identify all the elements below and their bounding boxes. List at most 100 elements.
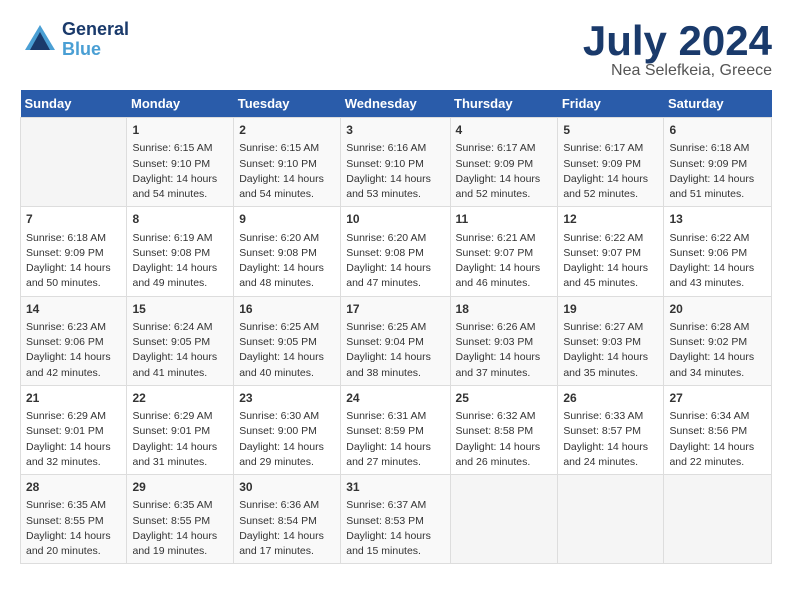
calendar-cell: 16 Sunrise: 6:25 AM Sunset: 9:05 PM Dayli… [234,296,341,385]
day-info: Sunrise: 6:18 AM Sunset: 9:09 PM Dayligh… [669,141,766,202]
day-number: 16 [239,301,335,318]
day-number: 24 [346,390,444,407]
calendar-cell: 31 Sunrise: 6:37 AM Sunset: 8:53 PM Dayli… [341,475,450,564]
day-info: Sunrise: 6:26 AM Sunset: 9:03 PM Dayligh… [456,320,553,381]
day-number: 10 [346,211,444,228]
day-info: Sunrise: 6:21 AM Sunset: 9:07 PM Dayligh… [456,231,553,292]
calendar-cell [664,475,772,564]
day-info: Sunrise: 6:28 AM Sunset: 9:02 PM Dayligh… [669,320,766,381]
month-title: July 2024 [583,20,772,62]
day-info: Sunrise: 6:15 AM Sunset: 9:10 PM Dayligh… [239,141,335,202]
day-info: Sunrise: 6:15 AM Sunset: 9:10 PM Dayligh… [132,141,228,202]
logo-general-text: General [62,20,129,40]
calendar-cell [21,118,127,207]
day-number: 2 [239,122,335,139]
day-number: 29 [132,479,228,496]
logo-icon [20,20,60,60]
calendar-cell: 29 Sunrise: 6:35 AM Sunset: 8:55 PM Dayli… [127,475,234,564]
calendar-cell: 24 Sunrise: 6:31 AM Sunset: 8:59 PM Dayli… [341,385,450,474]
day-number: 17 [346,301,444,318]
calendar-cell: 3 Sunrise: 6:16 AM Sunset: 9:10 PM Daylig… [341,118,450,207]
calendar-cell: 11 Sunrise: 6:21 AM Sunset: 9:07 PM Dayli… [450,207,558,296]
calendar-cell: 25 Sunrise: 6:32 AM Sunset: 8:58 PM Dayli… [450,385,558,474]
calendar-cell: 15 Sunrise: 6:24 AM Sunset: 9:05 PM Dayli… [127,296,234,385]
day-number: 14 [26,301,121,318]
calendar-cell: 13 Sunrise: 6:22 AM Sunset: 9:06 PM Dayli… [664,207,772,296]
calendar-cell: 2 Sunrise: 6:15 AM Sunset: 9:10 PM Daylig… [234,118,341,207]
day-number: 5 [563,122,658,139]
calendar-cell: 18 Sunrise: 6:26 AM Sunset: 9:03 PM Dayli… [450,296,558,385]
day-number: 8 [132,211,228,228]
day-info: Sunrise: 6:16 AM Sunset: 9:10 PM Dayligh… [346,141,444,202]
day-info: Sunrise: 6:17 AM Sunset: 9:09 PM Dayligh… [563,141,658,202]
column-header-thursday: Thursday [450,90,558,118]
day-number: 6 [669,122,766,139]
day-info: Sunrise: 6:36 AM Sunset: 8:54 PM Dayligh… [239,498,335,559]
calendar-week-1: 7 Sunrise: 6:18 AM Sunset: 9:09 PM Daylig… [21,207,772,296]
calendar-cell: 17 Sunrise: 6:25 AM Sunset: 9:04 PM Dayli… [341,296,450,385]
day-number: 28 [26,479,121,496]
day-number: 12 [563,211,658,228]
day-number: 21 [26,390,121,407]
calendar-cell: 28 Sunrise: 6:35 AM Sunset: 8:55 PM Dayli… [21,475,127,564]
calendar-week-3: 21Sunrise: 6:29 AM Sunset: 9:01 PM Dayli… [21,385,772,474]
day-number: 20 [669,301,766,318]
day-info: Sunrise: 6:35 AM Sunset: 8:55 PM Dayligh… [26,498,121,559]
day-info: Sunrise: 6:22 AM Sunset: 9:07 PM Dayligh… [563,231,658,292]
day-info: Sunrise: 6:32 AM Sunset: 8:58 PM Dayligh… [456,409,553,470]
calendar-cell: 8 Sunrise: 6:19 AM Sunset: 9:08 PM Daylig… [127,207,234,296]
column-header-monday: Monday [127,90,234,118]
day-info: Sunrise: 6:27 AM Sunset: 9:03 PM Dayligh… [563,320,658,381]
calendar-cell: 6 Sunrise: 6:18 AM Sunset: 9:09 PM Daylig… [664,118,772,207]
calendar-cell: 7 Sunrise: 6:18 AM Sunset: 9:09 PM Daylig… [21,207,127,296]
calendar-week-2: 14 Sunrise: 6:23 AM Sunset: 9:06 PM Dayli… [21,296,772,385]
day-number: 3 [346,122,444,139]
calendar-cell: 23Sunrise: 6:30 AM Sunset: 9:00 PM Dayli… [234,385,341,474]
column-header-wednesday: Wednesday [341,90,450,118]
calendar-week-0: 1 Sunrise: 6:15 AM Sunset: 9:10 PM Daylig… [21,118,772,207]
calendar-cell: 4Sunrise: 6:17 AM Sunset: 9:09 PM Daylig… [450,118,558,207]
calendar-cell: 30 Sunrise: 6:36 AM Sunset: 8:54 PM Dayli… [234,475,341,564]
day-number: 27 [669,390,766,407]
day-number: 13 [669,211,766,228]
day-number: 1 [132,122,228,139]
day-number: 31 [346,479,444,496]
calendar-week-4: 28 Sunrise: 6:35 AM Sunset: 8:55 PM Dayli… [21,475,772,564]
day-info: Sunrise: 6:20 AM Sunset: 9:08 PM Dayligh… [346,231,444,292]
logo: General Blue [20,20,129,60]
day-number: 26 [563,390,658,407]
day-info: Sunrise: 6:25 AM Sunset: 9:05 PM Dayligh… [239,320,335,381]
day-number: 7 [26,211,121,228]
day-number: 15 [132,301,228,318]
day-info: Sunrise: 6:25 AM Sunset: 9:04 PM Dayligh… [346,320,444,381]
day-info: Sunrise: 6:18 AM Sunset: 9:09 PM Dayligh… [26,231,121,292]
calendar-cell [558,475,664,564]
day-info: Sunrise: 6:17 AM Sunset: 9:09 PM Dayligh… [456,141,553,202]
column-header-friday: Friday [558,90,664,118]
title-block: July 2024 Nea Selefkeia, Greece [583,20,772,80]
day-info: Sunrise: 6:37 AM Sunset: 8:53 PM Dayligh… [346,498,444,559]
day-info: Sunrise: 6:23 AM Sunset: 9:06 PM Dayligh… [26,320,121,381]
day-info: Sunrise: 6:22 AM Sunset: 9:06 PM Dayligh… [669,231,766,292]
day-number: 30 [239,479,335,496]
column-header-tuesday: Tuesday [234,90,341,118]
day-number: 25 [456,390,553,407]
calendar-cell: 10 Sunrise: 6:20 AM Sunset: 9:08 PM Dayli… [341,207,450,296]
calendar-cell: 1 Sunrise: 6:15 AM Sunset: 9:10 PM Daylig… [127,118,234,207]
day-number: 18 [456,301,553,318]
day-info: Sunrise: 6:33 AM Sunset: 8:57 PM Dayligh… [563,409,658,470]
calendar-table: SundayMondayTuesdayWednesdayThursdayFrid… [20,90,772,564]
day-info: Sunrise: 6:35 AM Sunset: 8:55 PM Dayligh… [132,498,228,559]
day-info: Sunrise: 6:30 AM Sunset: 9:00 PM Dayligh… [239,409,335,470]
page-header: General Blue July 2024 Nea Selefkeia, Gr… [20,20,772,80]
day-info: Sunrise: 6:34 AM Sunset: 8:56 PM Dayligh… [669,409,766,470]
calendar-cell: 19 Sunrise: 6:27 AM Sunset: 9:03 PM Dayli… [558,296,664,385]
calendar-cell [450,475,558,564]
logo-label: General Blue [62,20,129,60]
calendar-cell: 14 Sunrise: 6:23 AM Sunset: 9:06 PM Dayli… [21,296,127,385]
day-info: Sunrise: 6:31 AM Sunset: 8:59 PM Dayligh… [346,409,444,470]
day-number: 19 [563,301,658,318]
day-number: 11 [456,211,553,228]
day-info: Sunrise: 6:24 AM Sunset: 9:05 PM Dayligh… [132,320,228,381]
day-info: Sunrise: 6:19 AM Sunset: 9:08 PM Dayligh… [132,231,228,292]
